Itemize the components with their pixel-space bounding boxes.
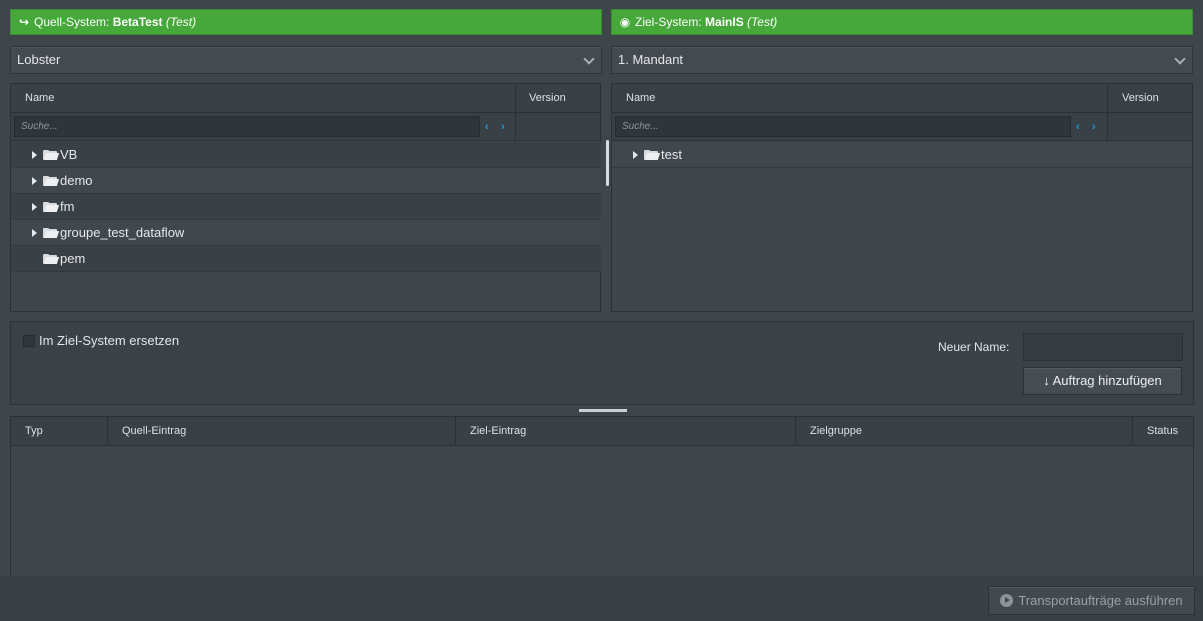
target-dropdown[interactable]: 1. Mandant — [611, 46, 1193, 74]
tree-item-label: fm — [60, 199, 75, 214]
new-name-input[interactable] — [1023, 333, 1183, 361]
source-tree-panel: Name Version ‹ › VB demo fm groupe_test_… — [10, 83, 609, 312]
target-system-name: MainIS — [705, 15, 744, 29]
prev-arrow-icon[interactable]: ‹ — [485, 120, 489, 134]
jobs-col-divider — [107, 417, 108, 446]
target-tree-panel: Name Version ‹ › test — [611, 83, 1193, 312]
tree-row[interactable]: VB — [11, 142, 601, 168]
footer-bar: Transportaufträge ausführen — [0, 576, 1203, 621]
folder-icon — [43, 254, 60, 264]
play-circle-icon — [1000, 594, 1014, 607]
source-filter-row: ‹ › — [11, 113, 600, 141]
sign-in-icon: ↪ — [18, 15, 30, 29]
tree-row[interactable]: fm — [11, 194, 601, 220]
expand-arrow-icon[interactable] — [32, 151, 37, 159]
source-system-name: BetaTest — [112, 15, 163, 29]
next-arrow-icon[interactable]: › — [501, 120, 505, 134]
source-dropdown[interactable]: Lobster — [10, 46, 602, 74]
jobs-table: Typ Quell-Eintrag Ziel-Eintrag Zielgrupp… — [10, 416, 1194, 576]
arrow-down-icon: ↓ — [1043, 373, 1050, 388]
source-col-version[interactable]: Version — [529, 84, 566, 113]
target-col-name[interactable]: Name — [626, 84, 655, 113]
source-dropdown-value: Lobster — [17, 52, 61, 67]
tree-item-label: demo — [60, 173, 93, 188]
target-system-bar: ◉ Ziel-System: MainIS (Test) — [611, 9, 1193, 35]
options-panel: Im Ziel-System ersetzen Neuer Name: ↓ Au… — [10, 321, 1194, 405]
jobs-col-typ[interactable]: Typ — [25, 417, 43, 446]
expand-arrow-icon[interactable] — [32, 229, 37, 237]
new-name-label: Neuer Name: — [938, 340, 1010, 354]
folder-icon — [43, 202, 60, 212]
jobs-col-divider — [455, 417, 456, 446]
tree-item-label: pem — [60, 251, 86, 266]
execute-jobs-label: Transportaufträge ausführen — [1018, 593, 1183, 608]
source-system-label: Quell-System: — [34, 15, 110, 29]
tree-row[interactable]: groupe_test_dataflow — [11, 220, 601, 246]
jobs-col-source[interactable]: Quell-Eintrag — [122, 417, 186, 446]
target-dropdown-value: 1. Mandant — [618, 52, 684, 67]
jobs-col-divider — [1132, 417, 1133, 446]
source-system-bar: ↪ Quell-System: BetaTest (Test) — [10, 9, 602, 35]
folder-icon — [43, 228, 60, 238]
execute-jobs-button[interactable]: Transportaufträge ausführen — [988, 586, 1195, 615]
source-tree-header: Name Version — [11, 84, 600, 113]
chevron-down-icon — [583, 53, 595, 65]
tree-item-label: groupe_test_dataflow — [60, 225, 185, 240]
tree-item-label: test — [661, 147, 682, 162]
jobs-col-status[interactable]: Status — [1147, 417, 1178, 446]
source-system-env: (Test) — [165, 15, 197, 29]
jobs-col-target[interactable]: Ziel-Eintrag — [470, 417, 526, 446]
chevron-down-icon — [1174, 53, 1186, 65]
folder-icon — [43, 150, 60, 160]
target-tree-header: Name Version — [612, 84, 1192, 113]
source-scrollbar[interactable] — [606, 140, 609, 186]
next-arrow-icon[interactable]: › — [1092, 120, 1096, 134]
target-system-label: Ziel-System: — [635, 15, 702, 29]
tree-row[interactable]: test — [612, 142, 1192, 168]
jobs-col-group[interactable]: Zielgruppe — [810, 417, 862, 446]
prev-arrow-icon[interactable]: ‹ — [1076, 120, 1080, 134]
expand-arrow-icon[interactable] — [633, 151, 638, 159]
target-col-version[interactable]: Version — [1122, 84, 1159, 113]
tree-item-label: VB — [60, 147, 78, 162]
folder-icon — [644, 150, 661, 160]
source-col-name[interactable]: Name — [25, 84, 54, 113]
tree-row[interactable]: pem — [11, 246, 601, 272]
target-system-env: (Test) — [747, 15, 778, 29]
add-job-label: Auftrag hinzufügen — [1052, 373, 1162, 388]
target-search-input[interactable] — [615, 116, 1071, 137]
replace-checkbox[interactable] — [23, 335, 35, 347]
jobs-col-divider — [795, 417, 796, 446]
target-filter-row: ‹ › — [612, 113, 1192, 141]
folder-icon — [43, 176, 60, 186]
dot-circle-icon: ◉ — [619, 15, 631, 29]
splitter-handle[interactable] — [579, 409, 627, 412]
expand-arrow-icon[interactable] — [32, 203, 37, 211]
replace-label[interactable]: Im Ziel-System ersetzen — [39, 333, 179, 348]
add-job-button[interactable]: ↓ Auftrag hinzufügen — [1023, 367, 1182, 395]
tree-row[interactable]: demo — [11, 168, 601, 194]
jobs-table-header: Typ Quell-Eintrag Ziel-Eintrag Zielgrupp… — [11, 417, 1193, 446]
expand-arrow-icon[interactable] — [32, 177, 37, 185]
source-search-input[interactable] — [14, 116, 480, 137]
